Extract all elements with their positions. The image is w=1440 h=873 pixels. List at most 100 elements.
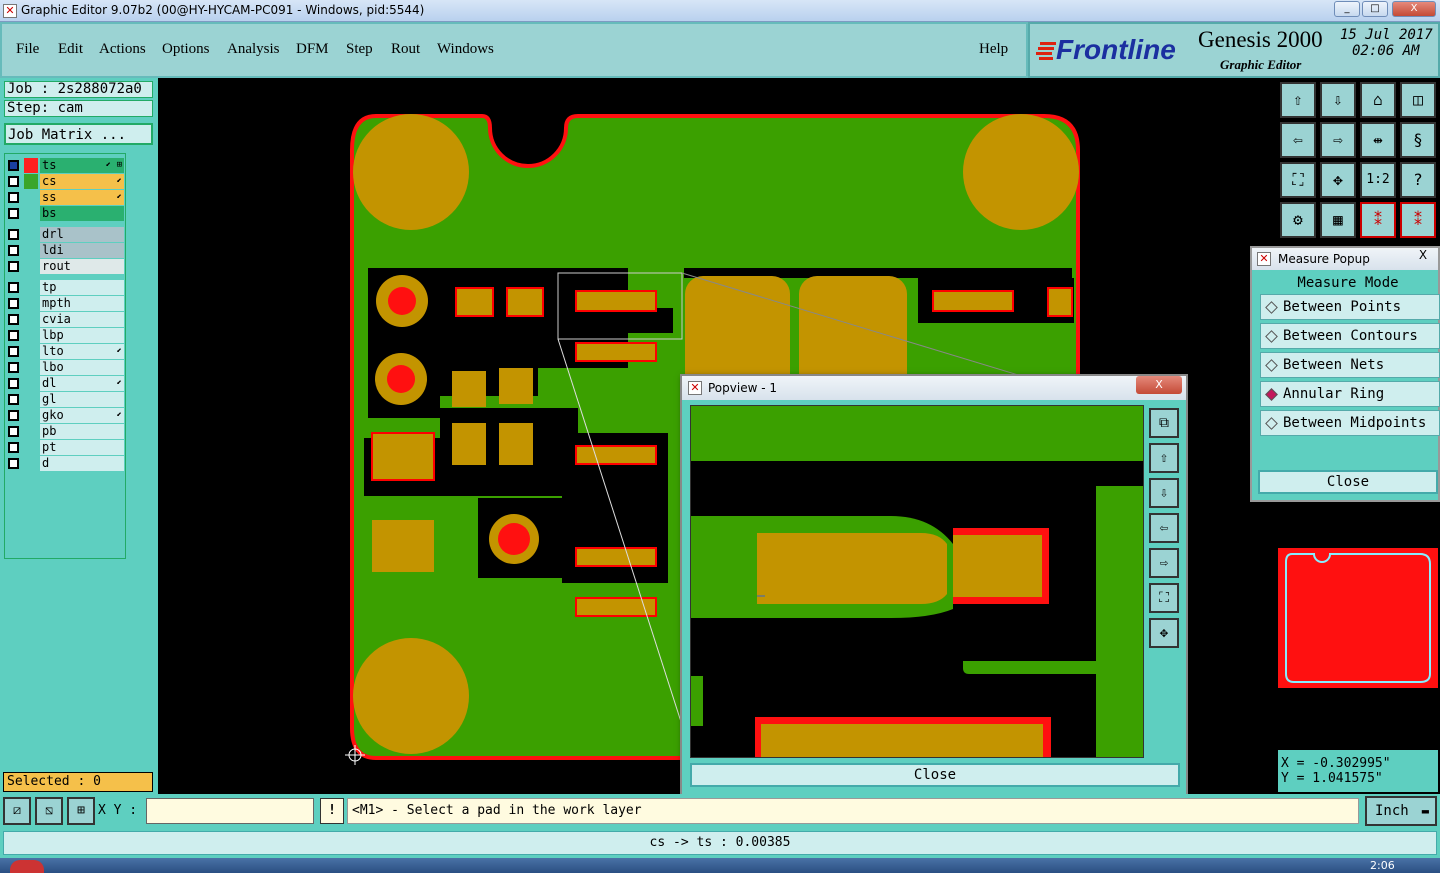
window-icon[interactable]: ◫	[1400, 82, 1436, 118]
layer-color-swatch[interactable]	[24, 424, 38, 439]
zoom-fit-icon[interactable]: ⛶	[1280, 162, 1316, 198]
popview-canvas[interactable]	[690, 405, 1144, 758]
layer-compare-icon[interactable]: ⁑	[1360, 202, 1396, 238]
layer-checkbox[interactable]	[8, 160, 19, 171]
layer-checkbox[interactable]	[8, 282, 19, 293]
layer-color-swatch[interactable]	[24, 312, 38, 327]
menu-edit[interactable]: Edit	[58, 41, 83, 58]
pan-down-icon[interactable]: ⇩	[1320, 82, 1356, 118]
start-button-icon[interactable]	[10, 860, 44, 873]
layer-color-swatch[interactable]	[24, 259, 38, 274]
layer-checkbox[interactable]	[8, 245, 19, 256]
layer-color-swatch[interactable]	[24, 190, 38, 205]
layer-color-swatch[interactable]	[24, 456, 38, 471]
layer-checkbox[interactable]	[8, 176, 19, 187]
layer-checkbox[interactable]	[8, 426, 19, 437]
popview-pan-up-icon[interactable]: ⇧	[1149, 443, 1179, 473]
layer-color-swatch[interactable]	[24, 174, 38, 189]
minimize-button[interactable]: _	[1334, 1, 1360, 17]
close-window-button[interactable]: X	[1392, 1, 1436, 17]
layer-row-rout[interactable]: rout	[6, 259, 124, 274]
layer-compare-alt-icon[interactable]: ⁑	[1400, 202, 1436, 238]
layer-color-swatch[interactable]	[24, 392, 38, 407]
layer-row-gko[interactable]: gko ⬋	[6, 408, 124, 423]
layer-checkbox[interactable]	[8, 378, 19, 389]
layer-row-lbo[interactable]: lbo	[6, 360, 124, 375]
layer-row-lbp[interactable]: lbp	[6, 328, 124, 343]
layer-row-dl[interactable]: dl ⬋	[6, 376, 124, 391]
mini-map[interactable]	[1278, 548, 1438, 688]
maximize-button[interactable]: □	[1362, 1, 1388, 17]
flip-icon[interactable]: ⇹	[1360, 122, 1396, 158]
layer-color-swatch[interactable]	[24, 328, 38, 343]
layer-row-bs[interactable]: bs	[6, 206, 124, 221]
pan-left-icon[interactable]: ⇦	[1280, 122, 1316, 158]
layer-row-pt[interactable]: pt	[6, 440, 124, 455]
help-icon[interactable]: ?	[1400, 162, 1436, 198]
layer-checkbox[interactable]	[8, 362, 19, 373]
layer-color-swatch[interactable]	[24, 360, 38, 375]
measure-option[interactable]: Between Midpoints	[1260, 410, 1440, 436]
layer-row-lto[interactable]: lto ⬋	[6, 344, 124, 359]
menu-file[interactable]: File	[16, 41, 39, 58]
zoom-center-icon[interactable]: ✥	[1320, 162, 1356, 198]
snap-icon[interactable]: ⧄	[3, 797, 31, 825]
measure-close-x[interactable]: X	[1410, 248, 1436, 264]
popview-zoom-center-icon[interactable]: ✥	[1149, 618, 1179, 648]
pan-up-icon[interactable]: ⇧	[1280, 82, 1316, 118]
grid-snap-icon[interactable]: ⊞	[67, 797, 95, 825]
layer-checkbox[interactable]	[8, 330, 19, 341]
layer-checkbox[interactable]	[8, 458, 19, 469]
measure-option[interactable]: Annular Ring	[1260, 381, 1440, 407]
layer-color-swatch[interactable]	[24, 206, 38, 221]
layer-color-swatch[interactable]	[24, 344, 38, 359]
layer-row-cvia[interactable]: cvia	[6, 312, 124, 327]
layer-color-swatch[interactable]	[24, 227, 38, 242]
layer-checkbox[interactable]	[8, 346, 19, 357]
menu-rout[interactable]: Rout	[391, 41, 420, 58]
popview-pan-left-icon[interactable]: ⇦	[1149, 513, 1179, 543]
alert-icon[interactable]: !	[320, 798, 344, 824]
unit-selector[interactable]: Inch ▬	[1365, 796, 1437, 826]
measure-tool-icon[interactable]: ⧅	[35, 797, 63, 825]
redraw-icon[interactable]: §	[1400, 122, 1436, 158]
measure-option[interactable]: Between Contours	[1260, 323, 1440, 349]
layer-row-ldi[interactable]: ldi	[6, 243, 124, 258]
measure-close-button[interactable]: Close	[1258, 470, 1438, 494]
layer-color-swatch[interactable]	[24, 296, 38, 311]
layer-checkbox[interactable]	[8, 192, 19, 203]
layer-color-swatch[interactable]	[24, 376, 38, 391]
layer-row-drl[interactable]: drl	[6, 227, 124, 242]
xy-input[interactable]	[146, 798, 314, 824]
layer-row-d[interactable]: d	[6, 456, 124, 471]
layer-row-mpth[interactable]: mpth	[6, 296, 124, 311]
layer-row-ss[interactable]: ss ⬋	[6, 190, 124, 205]
layer-row-tp[interactable]: tp	[6, 280, 124, 295]
layer-color-swatch[interactable]	[24, 408, 38, 423]
zoom-1to2-icon[interactable]: 1:2	[1360, 162, 1396, 198]
layer-color-swatch[interactable]	[24, 440, 38, 455]
popview-pan-down-icon[interactable]: ⇩	[1149, 478, 1179, 508]
layer-checkbox[interactable]	[8, 208, 19, 219]
popview-close-button[interactable]: Close	[690, 763, 1180, 787]
pan-right-icon[interactable]: ⇨	[1320, 122, 1356, 158]
menu-actions[interactable]: Actions	[99, 41, 146, 58]
layer-checkbox[interactable]	[8, 394, 19, 405]
layer-checkbox[interactable]	[8, 314, 19, 325]
menu-windows[interactable]: Windows	[437, 41, 494, 58]
layer-color-swatch[interactable]	[24, 158, 38, 173]
popview-zoom-fit-icon[interactable]: ⛶	[1149, 583, 1179, 613]
layer-checkbox[interactable]	[8, 410, 19, 421]
popview-zoom-window-icon[interactable]: ⧉	[1149, 408, 1179, 438]
layer-checkbox[interactable]	[8, 261, 19, 272]
menu-step[interactable]: Step	[346, 41, 373, 58]
home-icon[interactable]: ⌂	[1360, 82, 1396, 118]
layer-row-cs[interactable]: cs ⬋	[6, 174, 124, 189]
popview-close-x[interactable]: X	[1136, 376, 1182, 394]
grid-icon[interactable]: ▦	[1320, 202, 1356, 238]
layer-color-swatch[interactable]	[24, 280, 38, 295]
layer-checkbox[interactable]	[8, 442, 19, 453]
settings-icon[interactable]: ⚙	[1280, 202, 1316, 238]
layer-row-gl[interactable]: gl	[6, 392, 124, 407]
layer-row-pb[interactable]: pb	[6, 424, 124, 439]
